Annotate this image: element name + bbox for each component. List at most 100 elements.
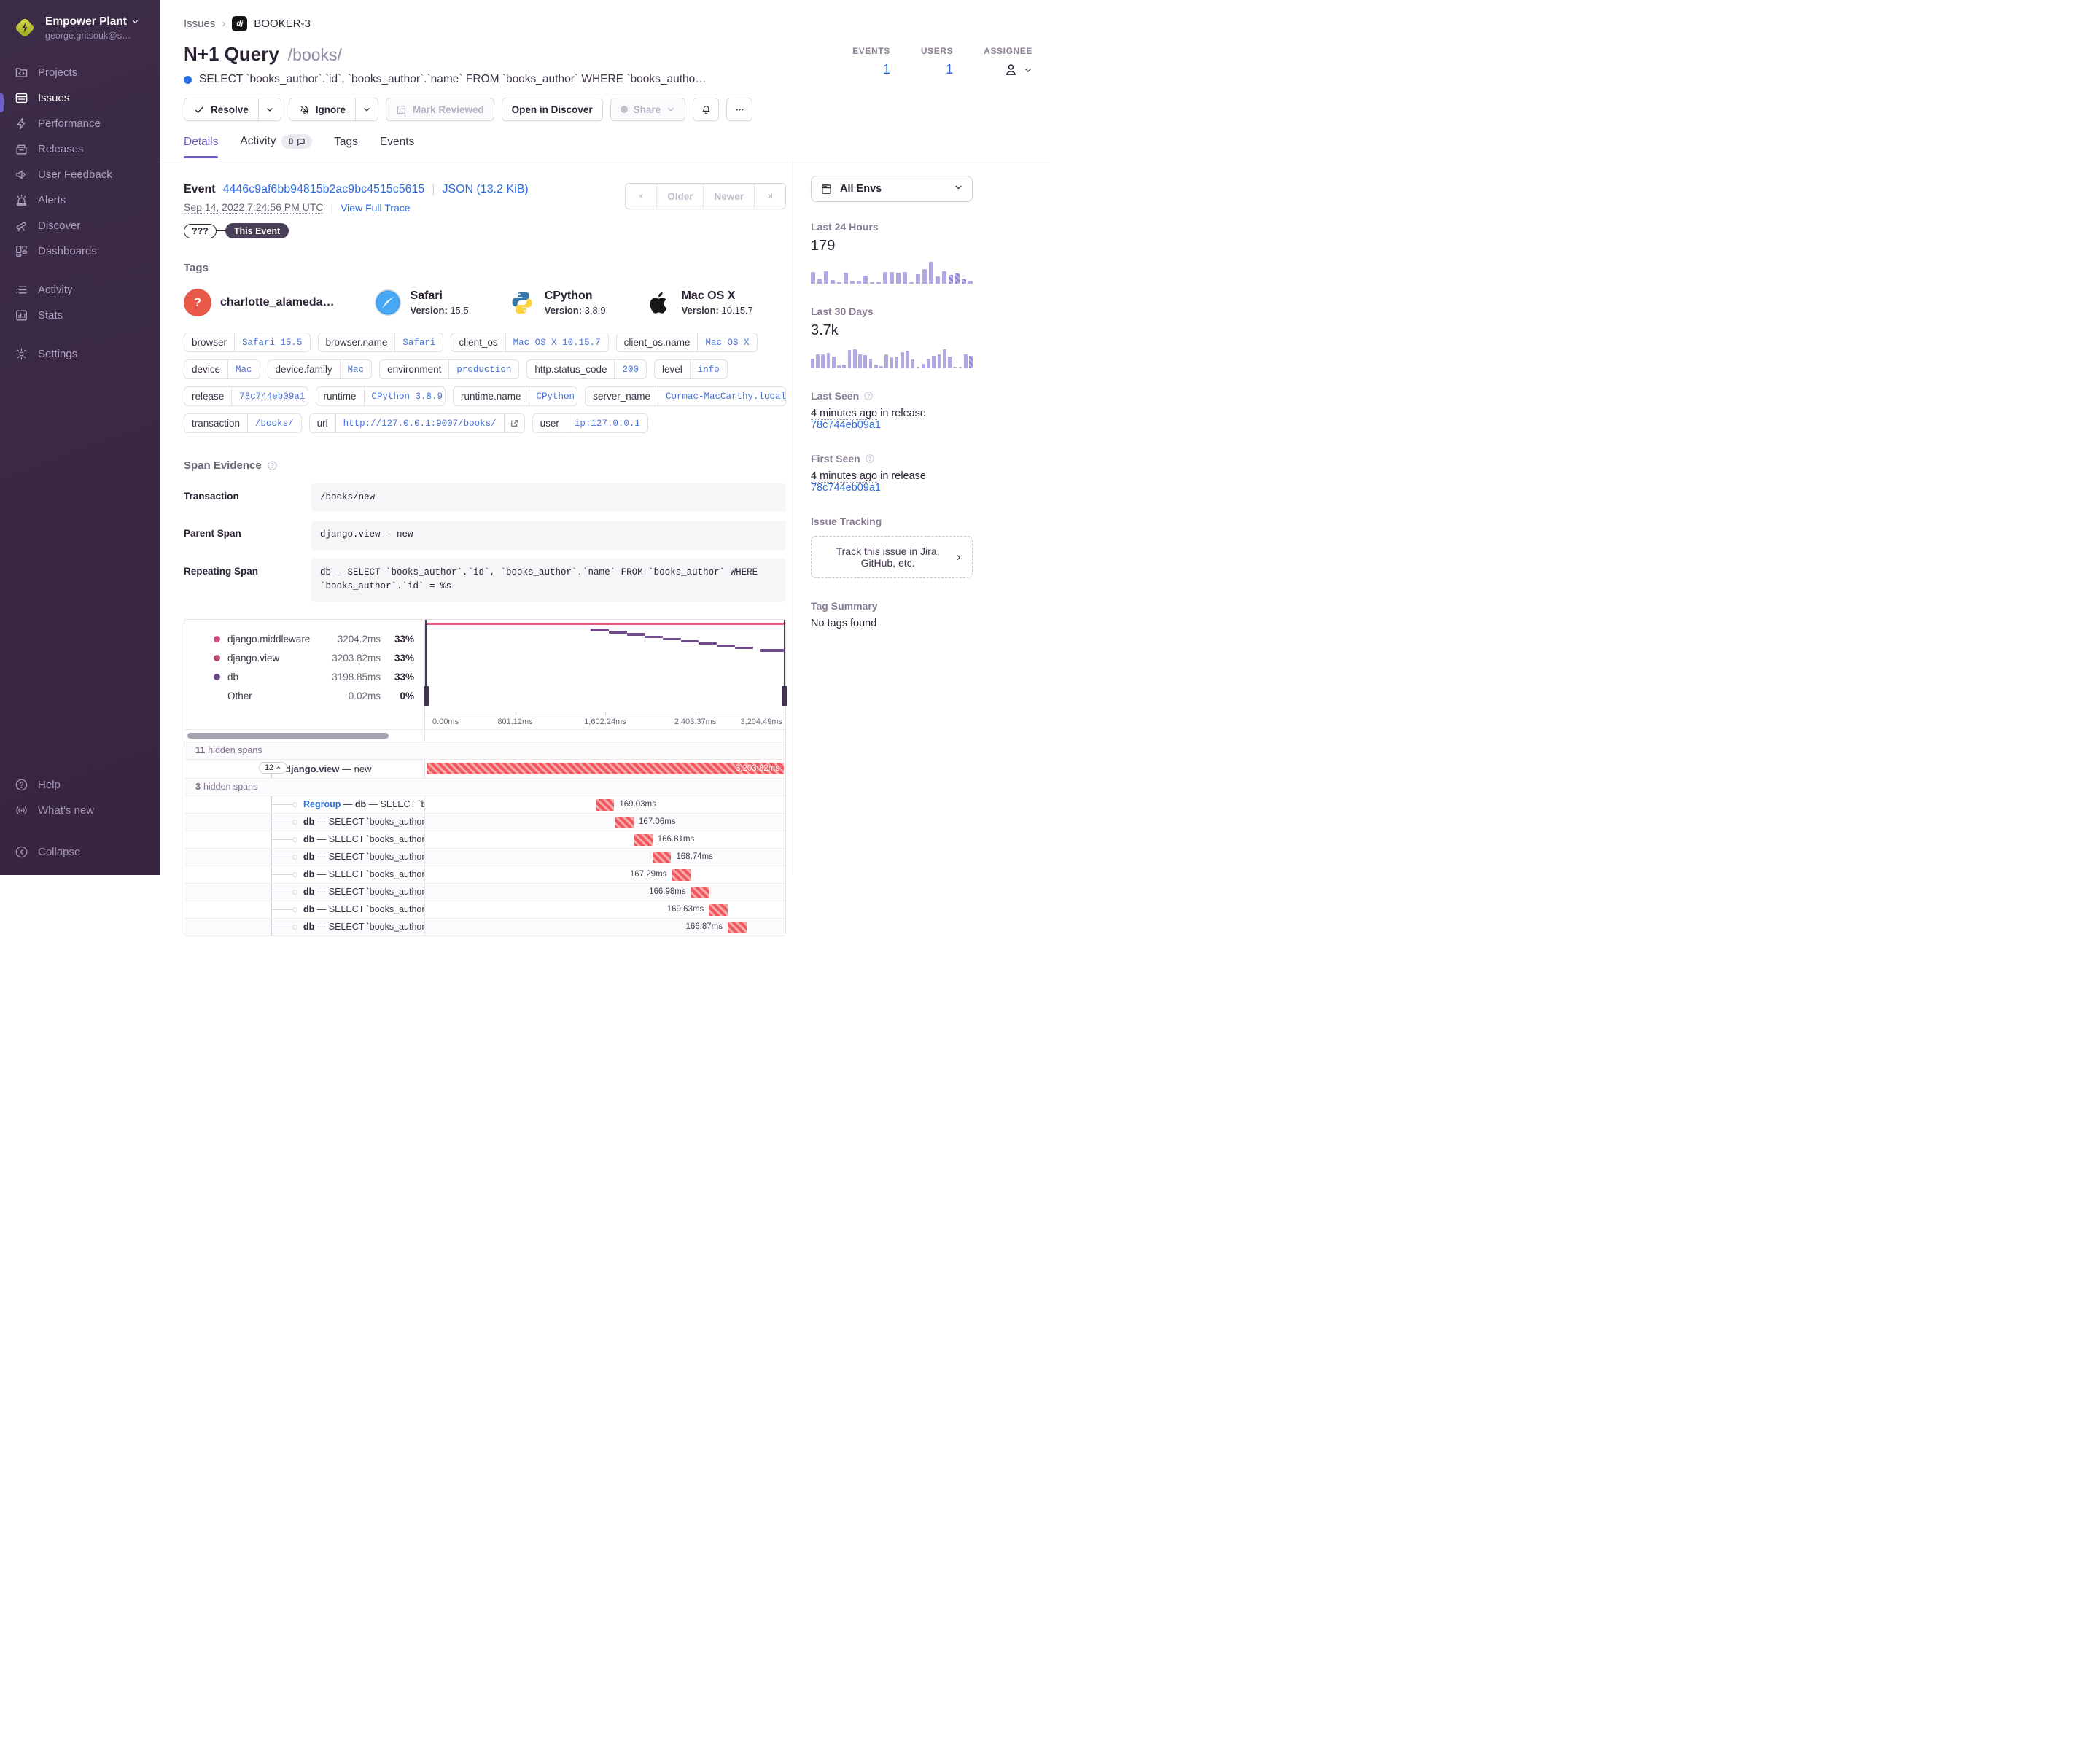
last-seen-release-link[interactable]: 78c744eb09a1: [811, 419, 881, 431]
sidebar-footer-what-s-new[interactable]: What's new: [0, 798, 160, 823]
span-row[interactable]: db — SELECT `books_author` 167.29ms: [184, 865, 785, 883]
help-icon[interactable]: [863, 391, 874, 401]
tag-key: runtime.name: [460, 391, 521, 402]
external-link-icon[interactable]: [503, 414, 524, 432]
tag-value-link[interactable]: Mac OS X 10.15.7: [505, 333, 608, 351]
regroup-link[interactable]: Regroup: [303, 799, 341, 809]
resolve-button[interactable]: Resolve: [184, 98, 259, 121]
span-duration-bar[interactable]: [634, 833, 653, 846]
more-actions-button[interactable]: [726, 98, 753, 121]
this-event-pill[interactable]: This Event: [225, 223, 289, 238]
ignore-dropdown-button[interactable]: [355, 98, 379, 121]
span-row[interactable]: db — SELECT `books_author` 166.81ms: [184, 830, 785, 848]
latest-event-button[interactable]: [754, 184, 785, 209]
sidebar-item-alerts[interactable]: Alerts: [0, 187, 160, 213]
assignee-dropdown[interactable]: [1003, 62, 1032, 77]
share-button[interactable]: Share: [610, 98, 686, 121]
open-in-discover-button[interactable]: Open in Discover: [501, 98, 603, 121]
tag-value-link[interactable]: Safari 15.5: [234, 333, 310, 351]
span-duration-bar[interactable]: [615, 816, 634, 828]
subscribe-bell-button[interactable]: [693, 98, 720, 121]
span-duration-label: 169.63ms: [666, 905, 704, 914]
tab-tags[interactable]: Tags: [334, 136, 358, 158]
view-full-trace-link[interactable]: View Full Trace: [341, 202, 410, 214]
help-icon[interactable]: [267, 460, 278, 471]
events-count-link[interactable]: 1: [883, 62, 890, 77]
tag-value-link[interactable]: info: [689, 360, 727, 378]
span-row[interactable]: db — SELECT `books_author` 168.74ms: [184, 847, 785, 866]
minimap-handle-right[interactable]: [782, 685, 787, 706]
sidebar-item-user-feedback[interactable]: User Feedback: [0, 162, 160, 187]
span-row[interactable]: db — SELECT `books_author` 169.63ms: [184, 900, 785, 918]
environment-select[interactable]: All Envs: [811, 176, 973, 202]
sidebar-footer-collapse[interactable]: Collapse: [0, 839, 160, 865]
users-count-link[interactable]: 1: [946, 62, 953, 77]
sidebar-item-releases[interactable]: Releases: [0, 136, 160, 162]
tab-events[interactable]: Events: [380, 136, 414, 158]
trace-unknown-pill[interactable]: ???: [184, 223, 217, 238]
context-runtime[interactable]: CPython Version: 3.8.9: [508, 289, 606, 316]
tag-value-link[interactable]: Mac OS X: [697, 333, 756, 351]
context-browser[interactable]: Safari Version: 15.5: [374, 289, 469, 316]
span-group-toggle[interactable]: 12: [259, 761, 288, 774]
tag-value-link[interactable]: http://127.0.0.1:9007/books/: [335, 414, 504, 432]
tag-value-link[interactable]: 78c744eb09a1: [231, 387, 307, 405]
sidebar-item-activity[interactable]: Activity: [0, 277, 160, 303]
event-json-link[interactable]: JSON (13.2 KiB): [442, 183, 528, 196]
last-30-days-chart: [811, 346, 973, 368]
tag-value-link[interactable]: Mac: [339, 360, 372, 378]
span-duration-bar[interactable]: [727, 921, 747, 933]
sidebar-item-performance[interactable]: Performance: [0, 111, 160, 136]
span-row[interactable]: Regroup — db — SELECT `boo 169.03ms: [184, 795, 785, 813]
sidebar-item-projects[interactable]: Projects: [0, 60, 160, 85]
older-event-button[interactable]: Older: [656, 184, 703, 209]
tag-value-link[interactable]: production: [448, 360, 518, 378]
span-row[interactable]: db — SELECT `books_author` 166.87ms: [184, 917, 785, 936]
axis-label: 801.12ms: [497, 717, 533, 726]
span-duration-bar[interactable]: [709, 903, 728, 916]
tag-value-link[interactable]: ip:127.0.0.1: [566, 414, 648, 432]
breadcrumb-issues[interactable]: Issues: [184, 18, 215, 30]
minimap-handle-left[interactable]: [424, 685, 429, 706]
org-switcher[interactable]: Empower Plant george.gritsouk@s…: [0, 0, 160, 51]
mark-reviewed-button[interactable]: Mark Reviewed: [386, 98, 494, 121]
tag-value-link[interactable]: CPython 3.8.9: [363, 387, 445, 405]
hidden-spans-mid[interactable]: 3 hidden spans: [184, 779, 257, 796]
span-duration-bar[interactable]: [595, 798, 615, 811]
oldest-event-button[interactable]: [626, 184, 656, 209]
resolve-dropdown-button[interactable]: [257, 98, 281, 121]
newer-event-button[interactable]: Newer: [703, 184, 754, 209]
span-duration-bar[interactable]: [691, 886, 710, 898]
tag-value-link[interactable]: Cormac-MacCarthy.local: [658, 387, 785, 405]
track-issue-button[interactable]: Track this issue in Jira, GitHub, etc.: [811, 536, 973, 578]
first-seen-release-link[interactable]: 78c744eb09a1: [811, 482, 881, 494]
span-bar-parent[interactable]: 3,203.82ms: [427, 762, 784, 774]
help-icon[interactable]: [865, 454, 875, 464]
tab-activity[interactable]: Activity 0: [240, 134, 313, 158]
tag-value-link[interactable]: Mac: [228, 360, 260, 378]
page-title-transaction: /books/: [287, 45, 342, 64]
span-row[interactable]: db — SELECT `books_author` 166.98ms: [184, 882, 785, 901]
hidden-spans-top[interactable]: 11 hidden spans: [184, 742, 262, 759]
tag-value-link[interactable]: Safari: [394, 333, 443, 351]
tag-value-link[interactable]: /books/: [247, 414, 301, 432]
horizontal-scrollbar[interactable]: [187, 732, 389, 739]
sidebar-item-dashboards[interactable]: Dashboards: [0, 238, 160, 264]
tag-value-link[interactable]: 200: [614, 360, 646, 378]
context-user[interactable]: ? charlotte_alameda…: [184, 289, 335, 316]
waterfall-minimap[interactable]: [424, 619, 787, 706]
event-id-link[interactable]: 4446c9af6bb94815b2ac9bc4515c5615: [223, 183, 425, 196]
sidebar-item-stats[interactable]: Stats: [0, 303, 160, 328]
sidebar-item-issues[interactable]: Issues: [0, 85, 160, 111]
sidebar-item-settings[interactable]: Settings: [0, 341, 160, 367]
ignore-button[interactable]: Ignore: [288, 98, 357, 121]
sidebar-footer-help[interactable]: Help: [0, 772, 160, 798]
tag-value-link[interactable]: CPython: [528, 387, 578, 405]
tab-details[interactable]: Details: [184, 136, 219, 158]
sidebar-item-discover[interactable]: Discover: [0, 213, 160, 238]
span-duration-bar[interactable]: [672, 868, 691, 881]
span-duration-bar[interactable]: [652, 851, 672, 863]
context-os[interactable]: Mac OS X Version: 10.15.7: [645, 289, 753, 316]
issue-tabs: Details Activity 0 Tags Events: [160, 121, 1050, 158]
span-row[interactable]: db — SELECT `books_author` 167.06ms: [184, 812, 785, 831]
